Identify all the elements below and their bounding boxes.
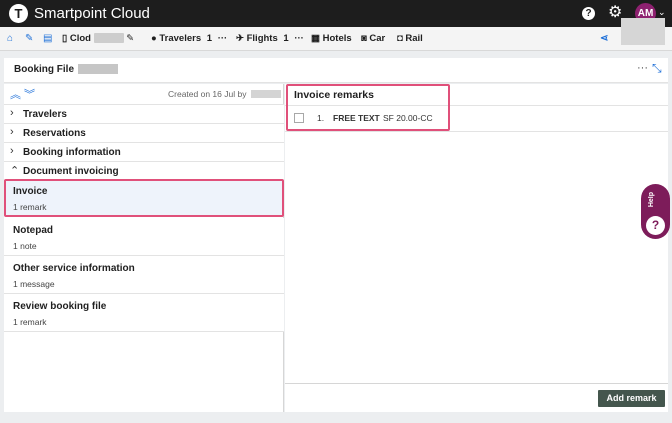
more-options-icon[interactable]: ··· <box>637 62 648 74</box>
booking-file-header: Booking File ··· ⤡ <box>4 58 668 83</box>
chevron-right-icon: › <box>10 126 14 138</box>
top-bar: T Smartpoint Cloud ? ⚙ AM ⌄ <box>0 0 672 27</box>
item-title: Other service information <box>13 263 135 274</box>
travelport-logo-icon: T <box>9 4 28 23</box>
rail-tab[interactable]: ◘ Rail <box>397 27 423 51</box>
flights-count: 1 <box>283 33 289 44</box>
home-icon[interactable]: ⌂ <box>7 27 13 51</box>
double-chevron-up-icon[interactable]: ︽ <box>10 86 21 102</box>
booking-nav-bar: ⌂ ✎ ▤ ▯ Clod ✎ ● Travelers 1 ··· ✈ Fligh… <box>0 27 672 51</box>
car-tab[interactable]: ◙ Car <box>361 27 385 51</box>
car-label: Car <box>369 33 386 44</box>
edit-icon[interactable]: ✎ <box>126 33 134 44</box>
divider <box>285 131 668 132</box>
help-label: Help <box>648 192 655 208</box>
chevron-down-icon[interactable]: ⌄ <box>658 7 666 18</box>
item-subtitle: 1 message <box>13 279 55 289</box>
section-label: Booking information <box>23 147 121 158</box>
divider <box>285 383 668 384</box>
wrench-icon[interactable]: ✎ <box>25 27 33 51</box>
booking-file-title: Booking File <box>14 64 74 75</box>
section-label: Reservations <box>23 128 86 139</box>
chevron-up-icon: ⌃ <box>10 165 20 177</box>
help-icon[interactable]: ? <box>582 7 595 20</box>
list-item-invoice[interactable]: Invoice 1 remark <box>4 179 284 217</box>
booking-sections-panel: ︽ ︾ Created on 16 Jul by › Travelers › R… <box>4 84 284 412</box>
double-chevron-down-icon[interactable]: ︾ <box>24 86 35 102</box>
redacted-pnr <box>93 33 124 44</box>
item-title: Invoice <box>13 186 48 197</box>
add-remark-button[interactable]: Add remark <box>598 390 665 407</box>
section-travelers[interactable]: › Travelers <box>4 105 284 124</box>
section-reservations[interactable]: › Reservations <box>4 124 284 143</box>
invoice-remarks-panel: Invoice remarks 1. FREE TEXT SF 20.00-CC… <box>285 84 668 412</box>
person-icon: ● <box>151 33 157 44</box>
section-label: Document invoicing <box>23 166 119 177</box>
item-title: Review booking file <box>13 301 107 312</box>
created-info: Created on 16 Jul by <box>168 89 247 99</box>
chevron-right-icon: › <box>10 107 14 119</box>
panel-toolbar: ︽ ︾ Created on 16 Jul by <box>4 84 284 105</box>
pnr-tab[interactable]: ▯ Clod ✎ <box>62 27 134 51</box>
pnr-label: Clod <box>69 33 91 44</box>
item-subtitle: 1 remark <box>13 317 47 327</box>
help-widget[interactable]: Help ? <box>641 184 670 239</box>
flights-more[interactable]: ··· <box>294 33 304 44</box>
question-icon[interactable]: ? <box>646 216 665 235</box>
rail-label: Rail <box>405 33 423 44</box>
redacted-area-lower <box>621 18 665 45</box>
hotel-icon: ▦ <box>311 33 320 44</box>
printer-icon[interactable]: ▤ <box>43 27 52 51</box>
section-label: Travelers <box>23 109 67 120</box>
train-icon: ◘ <box>397 33 403 44</box>
travelers-more[interactable]: ··· <box>218 33 228 44</box>
item-subtitle: 1 note <box>13 241 37 251</box>
car-icon: ◙ <box>361 33 367 44</box>
document-icon: ▯ <box>62 33 68 44</box>
redacted-creator <box>251 90 281 98</box>
section-booking-information[interactable]: › Booking information <box>4 143 284 162</box>
travelers-label: Travelers <box>159 33 202 44</box>
list-item-review-booking-file[interactable]: Review booking file 1 remark <box>4 294 284 332</box>
flights-tab[interactable]: ✈ Flights 1 ··· <box>236 27 304 51</box>
hotels-label: Hotels <box>322 33 352 44</box>
app-title: Smartpoint Cloud <box>34 5 150 22</box>
share-icon[interactable]: ⋖ <box>600 27 608 51</box>
chevron-right-icon: › <box>10 145 14 157</box>
collapse-panel-icon[interactable]: ⤡ <box>652 61 662 76</box>
hotels-tab[interactable]: ▦ Hotels <box>311 27 352 51</box>
list-item-other-service-information[interactable]: Other service information 1 message <box>4 256 284 294</box>
flights-label: Flights <box>246 33 278 44</box>
item-subtitle: 1 remark <box>13 202 47 212</box>
travelers-tab[interactable]: ● Travelers 1 ··· <box>151 27 227 51</box>
highlight-annotation <box>286 84 450 131</box>
list-item-notepad[interactable]: Notepad 1 note <box>4 218 284 256</box>
redacted-booking-id <box>78 64 118 74</box>
travelers-count: 1 <box>206 33 213 44</box>
item-title: Notepad <box>13 225 53 236</box>
airplane-icon: ✈ <box>236 33 244 44</box>
